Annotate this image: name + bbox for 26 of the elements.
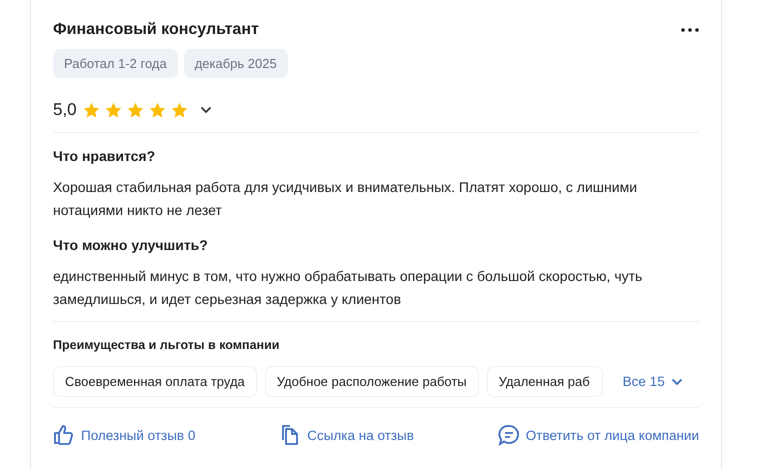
section-heading: Что можно улучшить? <box>53 237 209 253</box>
benefit-tag: Своевременная оплата труда <box>53 366 257 397</box>
benefits-heading: Преимущества и льготы в компании <box>53 338 280 352</box>
chevron-down-icon <box>200 106 212 114</box>
action-link[interactable]: Ответить от лица компании <box>498 422 699 448</box>
review-title: Финансовый консультант <box>53 21 259 39</box>
star-icon <box>170 102 188 118</box>
benefit-tag: Удобное расположение работы <box>264 366 479 397</box>
review-text: единственный минус в том, что нужно обрабатывать операции с большой скоростью, чуть замедлишься, и идет серьезная задержка у клиентов <box>53 267 644 309</box>
star-icon <box>82 102 100 118</box>
action-link[interactable]: Полезный отзыв 0 <box>53 422 196 448</box>
tag: декабрь 2025 <box>184 49 288 78</box>
chevron-down-icon <box>670 378 683 386</box>
benefit-tag: Удаленная раб <box>486 366 603 397</box>
more-icon <box>681 28 699 32</box>
rating-score: 5,0 <box>53 100 77 120</box>
chat-icon <box>498 424 520 446</box>
review-text: Хорошая стабильная работа для усидчивых и внимательных. Платят хорошо, с лишними нотациями никто не лезет <box>53 178 638 220</box>
action-link[interactable]: Ссылка на отзыв <box>279 422 414 448</box>
star-icon <box>104 102 122 118</box>
thumbs-up-icon <box>53 424 75 446</box>
star-icon <box>126 102 144 118</box>
star-icon <box>148 102 166 118</box>
tag: Работал 1-2 года <box>53 49 178 78</box>
section-heading: Что нравится? <box>53 148 156 164</box>
show-all-button[interactable]: Все 15 <box>618 370 687 393</box>
